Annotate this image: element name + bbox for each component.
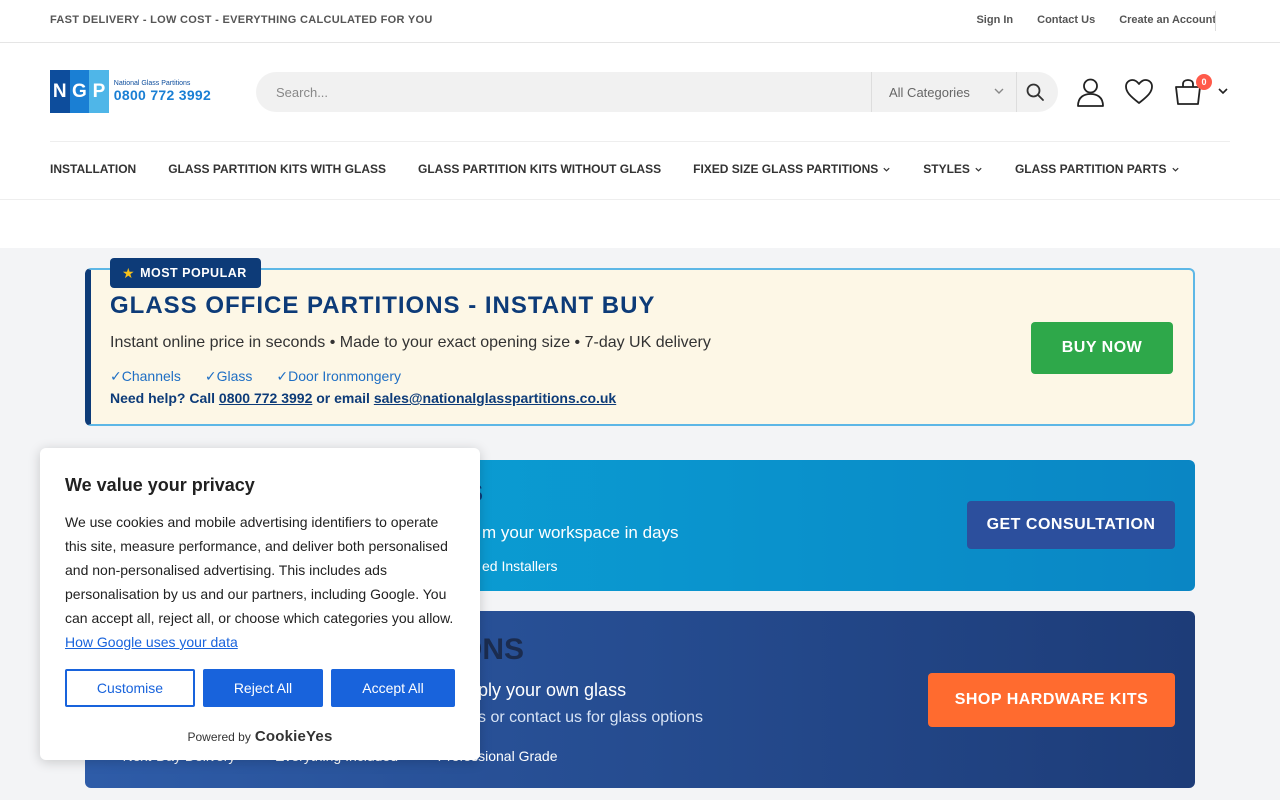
logo-text: National Glass Partitions 0800 772 3992 xyxy=(114,80,211,103)
create-account-link[interactable]: Create an Account xyxy=(1119,14,1216,26)
banner-title: GLASS OFFICE PARTITIONS - INSTANT BUY xyxy=(110,292,656,319)
logo-company-name: National Glass Partitions xyxy=(113,80,191,87)
top-bar: FAST DELIVERY - LOW COST - EVERYTHING CA… xyxy=(0,0,1280,43)
nav-item-label: FIXED SIZE GLASS PARTITIONS xyxy=(693,162,879,176)
nav-item-label: GLASS PARTITION PARTS xyxy=(1014,162,1167,176)
feature-check: ed Installers xyxy=(482,558,558,574)
category-select-value: All Categories xyxy=(889,84,970,100)
google-data-link[interactable]: How Google uses your data xyxy=(65,634,238,650)
cookie-title: We value your privacy xyxy=(65,475,255,495)
promo-text: FAST DELIVERY - LOW COST - EVERYTHING CA… xyxy=(50,14,433,26)
shop-hardware-kits-button[interactable]: SHOP HARDWARE KITS xyxy=(928,673,1175,727)
get-consultation-button[interactable]: GET CONSULTATION xyxy=(967,501,1175,549)
banner-subtitle-secondary-text: s or contact us for glass options xyxy=(478,709,703,726)
feature-check: ✓Glass xyxy=(204,368,253,384)
search-icon[interactable] xyxy=(1025,82,1045,102)
feature-check: ✓Door Ironmongery xyxy=(276,368,401,384)
banner-subtitle-text: ply your own glass xyxy=(478,680,627,700)
nav-item-installation[interactable]: INSTALLATION xyxy=(50,162,136,176)
cookie-consent-dialog: We value your privacy We use cookies and… xyxy=(40,448,480,760)
badge-label: MOST POPULAR xyxy=(140,266,247,280)
help-prefix: Need help? Call xyxy=(110,390,219,406)
logo-letter-g: G xyxy=(69,70,90,113)
cookie-body: We use cookies and mobile advertising id… xyxy=(65,510,457,654)
cart-count-badge: 0 xyxy=(1196,74,1212,90)
search-input[interactable] xyxy=(256,72,871,112)
nav-item-fixed-size[interactable]: FIXED SIZE GLASS PARTITIONS xyxy=(693,162,891,176)
customise-button[interactable]: Customise xyxy=(65,669,195,707)
most-popular-badge: ★ MOST POPULAR xyxy=(110,258,261,288)
nav-item-parts[interactable]: GLASS PARTITION PARTS xyxy=(1015,162,1180,176)
banner-subtitle-text: m your workspace in days xyxy=(482,523,679,542)
cookieyes-logo[interactable]: CookieYes xyxy=(255,728,333,745)
sign-in-link[interactable]: Sign In xyxy=(976,14,1013,26)
cookie-body-text: We use cookies and mobile advertising id… xyxy=(65,514,454,626)
account-links: Sign In Contact Us Create an Account xyxy=(976,14,1216,26)
heart-icon[interactable] xyxy=(1124,78,1154,106)
nav-item-kits-without-glass[interactable]: GLASS PARTITION KITS WITHOUT GLASS xyxy=(418,162,661,176)
feature-checks: ✓Channels ✓Glass ✓Door Ironmongery xyxy=(110,368,401,385)
search-bar: All Categories xyxy=(256,72,1058,112)
powered-by: Powered by CookieYes xyxy=(40,728,480,745)
accept-all-button[interactable]: Accept All xyxy=(331,669,455,707)
category-select[interactable]: All Categories xyxy=(871,72,1017,112)
chevron-down-icon xyxy=(1171,167,1179,172)
chevron-down-icon xyxy=(883,167,890,172)
user-icon[interactable] xyxy=(1075,76,1106,107)
chevron-down-icon xyxy=(975,167,982,172)
help-phone-link[interactable]: 0800 772 3992 xyxy=(219,390,312,406)
help-line: Need help? Call 0800 772 3992 or email s… xyxy=(110,390,616,406)
nav-item-styles[interactable]: STYLES xyxy=(923,162,983,176)
star-icon: ★ xyxy=(122,264,136,281)
help-email-link[interactable]: sales@nationalglasspartitions.co.uk xyxy=(374,390,616,406)
nav-item-label: GLASS PARTITION KITS WITHOUT GLASS xyxy=(418,162,662,176)
logo-letter-n: N xyxy=(50,70,70,113)
nav-item-label: GLASS PARTITION KITS WITH GLASS xyxy=(168,162,386,176)
site-logo[interactable]: N G P National Glass Partitions 0800 772… xyxy=(50,70,211,113)
nav-item-label: INSTALLATION xyxy=(50,162,137,176)
nav-item-label: STYLES xyxy=(923,162,970,176)
site-header: N G P National Glass Partitions 0800 772… xyxy=(0,43,1280,142)
cookie-buttons: Customise Reject All Accept All xyxy=(65,669,455,707)
logo-letter-p: P xyxy=(89,70,109,113)
logo-phone: 0800 772 3992 xyxy=(113,87,212,103)
main-nav: INSTALLATION GLASS PARTITION KITS WITH G… xyxy=(0,142,1280,200)
buy-now-button[interactable]: BUY NOW xyxy=(1031,322,1173,374)
chevron-down-icon xyxy=(994,88,1004,94)
nav-item-kits-with-glass[interactable]: GLASS PARTITION KITS WITH GLASS xyxy=(168,162,386,176)
banner-subtitle: Instant online price in seconds • Made t… xyxy=(110,334,711,351)
powered-by-label: Powered by xyxy=(187,729,251,744)
help-mid: or email xyxy=(312,390,374,406)
chevron-down-icon[interactable] xyxy=(1216,84,1230,98)
reject-all-button[interactable]: Reject All xyxy=(203,669,323,707)
topbar-divider xyxy=(1215,11,1216,31)
instant-buy-banner: ★ MOST POPULAR GLASS OFFICE PARTITIONS -… xyxy=(85,258,1195,426)
contact-us-link[interactable]: Contact Us xyxy=(1037,14,1095,26)
logo-mark: N G P xyxy=(50,70,109,113)
feature-check: ✓Channels xyxy=(110,368,181,384)
